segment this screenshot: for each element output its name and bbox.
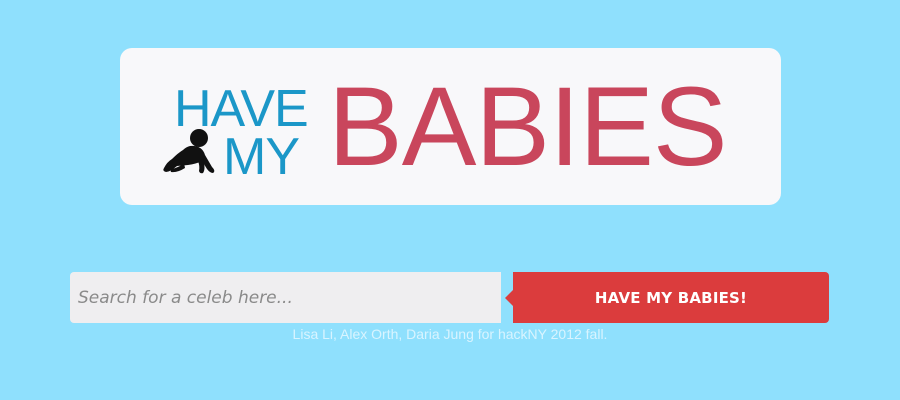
logo-babies-text: BABIES [328,64,728,189]
credits-text: Lisa Li, Alex Orth, Daria Jung for hackN… [292,326,608,342]
logo-card: HAVE MY BABIES [120,48,781,205]
have-my-babies-button[interactable]: HAVE MY BABIES! [513,272,829,323]
celeb-search-input[interactable] [70,272,501,323]
logo-my-text: MY [223,128,300,186]
